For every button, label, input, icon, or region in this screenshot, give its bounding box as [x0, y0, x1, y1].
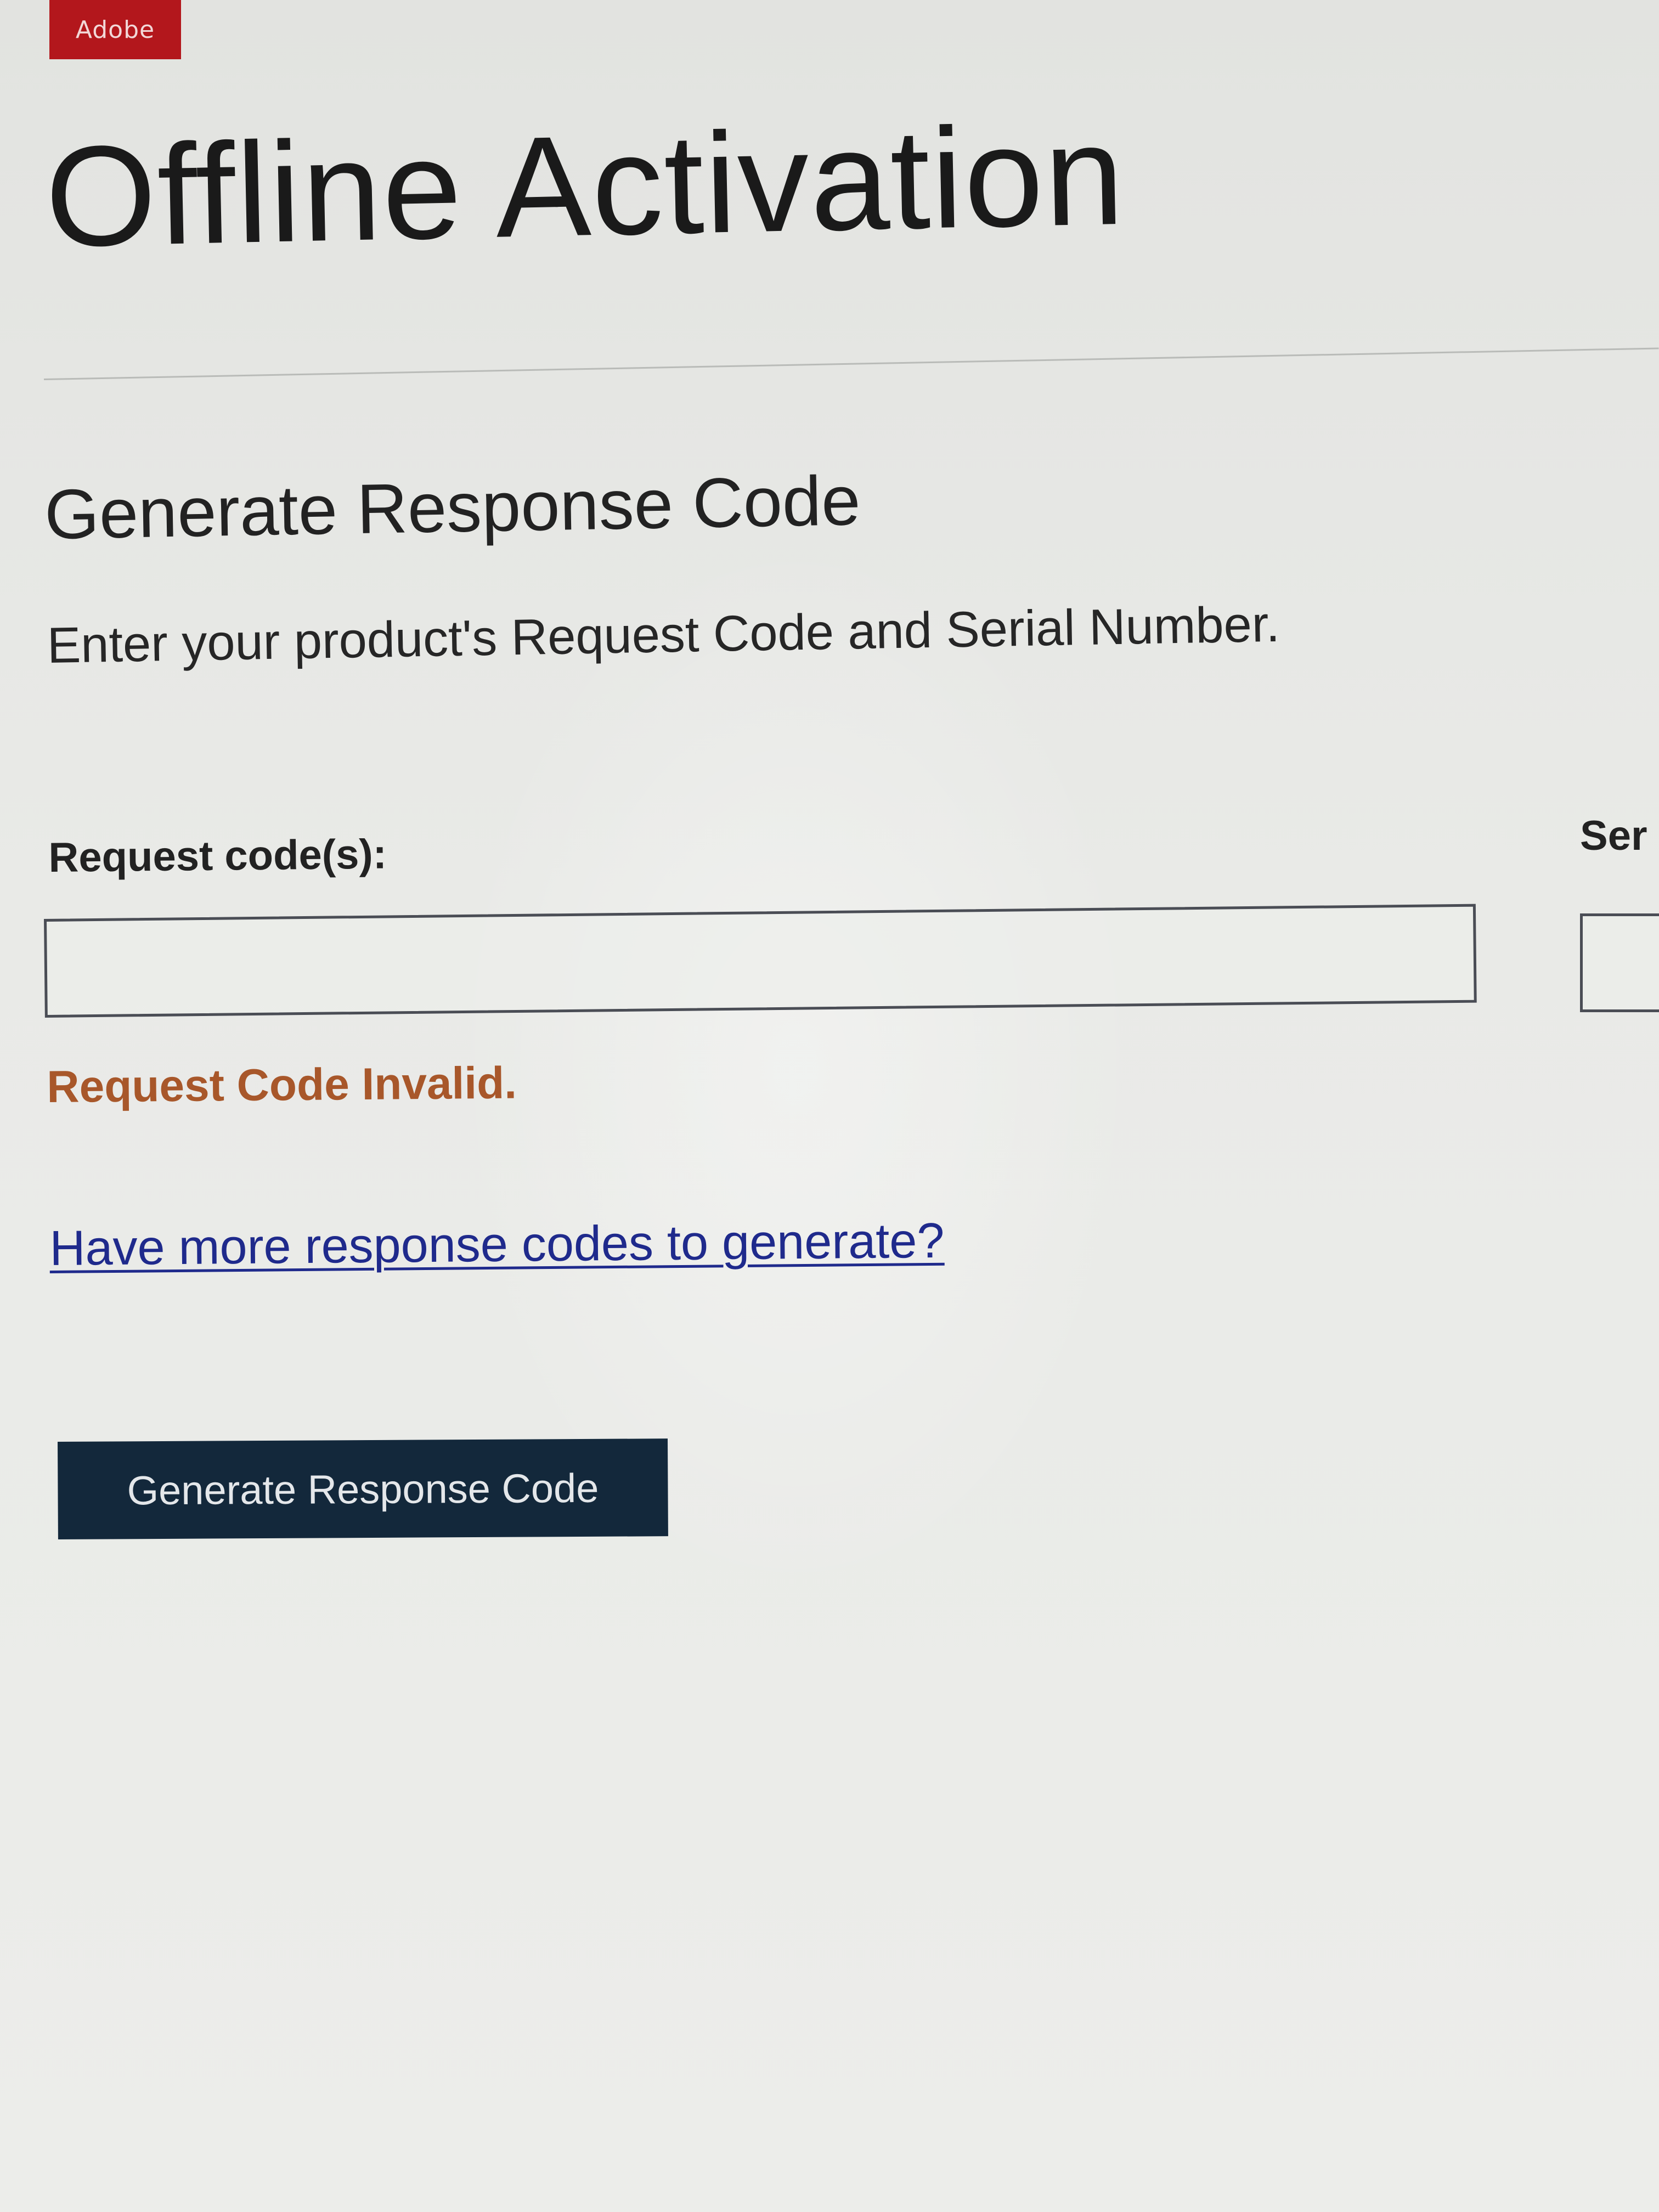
logo-text: Adobe: [75, 15, 155, 44]
more-response-codes-link[interactable]: Have more response codes to generate?: [49, 1213, 945, 1277]
adobe-logo: Adobe: [49, 0, 181, 59]
serial-number-label: Ser: [1580, 812, 1647, 859]
instructions-text: Enter your product's Request Code and Se…: [47, 596, 1280, 674]
page-title: Offline Activation: [43, 95, 1127, 277]
generate-response-code-button[interactable]: Generate Response Code: [58, 1438, 668, 1539]
section-heading: Generate Response Code: [44, 461, 861, 554]
request-code-input[interactable]: [44, 904, 1477, 1018]
request-code-label: Request code(s):: [48, 831, 387, 881]
offline-activation-page: Adobe Offline Activation Generate Respon…: [0, 0, 1659, 2212]
serial-number-input[interactable]: [1580, 913, 1659, 1012]
title-divider: [44, 347, 1659, 380]
request-code-error: Request Code Invalid.: [47, 1058, 517, 1112]
